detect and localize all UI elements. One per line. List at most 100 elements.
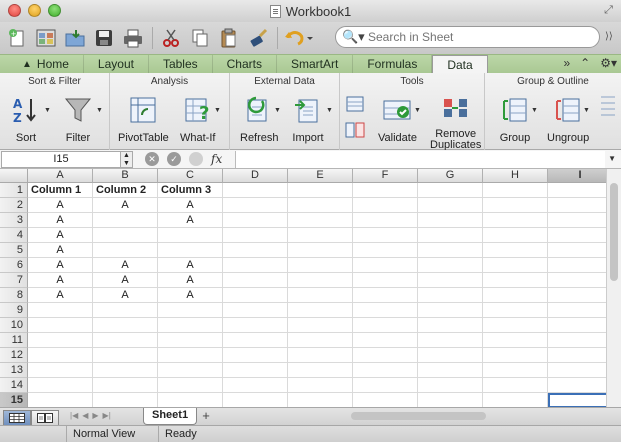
name-box[interactable]: I15	[1, 150, 121, 168]
cell-a14[interactable]	[28, 378, 93, 393]
whatif-dropdown-icon[interactable]: ▼	[214, 107, 221, 114]
cell-c10[interactable]	[158, 318, 223, 333]
cell-h7[interactable]	[483, 273, 548, 288]
print-button[interactable]	[119, 25, 147, 51]
sort-dropdown-icon[interactable]: ▼	[44, 107, 51, 114]
cell-f6[interactable]	[353, 258, 418, 273]
cell-g8[interactable]	[418, 288, 483, 303]
cell-g13[interactable]	[418, 363, 483, 378]
cell-d15[interactable]	[223, 393, 288, 408]
cell-f11[interactable]	[353, 333, 418, 348]
cell-d9[interactable]	[223, 303, 288, 318]
cell-b8[interactable]: A	[93, 288, 158, 303]
cell-h6[interactable]	[483, 258, 548, 273]
cell-e14[interactable]	[288, 378, 353, 393]
cell-a8[interactable]: A	[28, 288, 93, 303]
cell-d2[interactable]	[223, 198, 288, 213]
cell-e13[interactable]	[288, 363, 353, 378]
cancel-entry-icon[interactable]: ✕	[145, 152, 159, 166]
cell-b10[interactable]	[93, 318, 158, 333]
cell-g12[interactable]	[418, 348, 483, 363]
select-all-corner[interactable]	[0, 169, 28, 183]
cell-c2[interactable]: A	[158, 198, 223, 213]
cell-f10[interactable]	[353, 318, 418, 333]
cell-c14[interactable]	[158, 378, 223, 393]
cell-a9[interactable]	[28, 303, 93, 318]
cell-i12[interactable]	[548, 348, 613, 363]
cell-f1[interactable]	[353, 183, 418, 198]
whatif-button[interactable]: ? What-If	[180, 93, 215, 144]
tab-home[interactable]: ▲ Home	[8, 55, 84, 73]
cell-h15[interactable]	[483, 393, 548, 408]
fx-icon[interactable]: fx	[211, 152, 222, 166]
column-header-a[interactable]: A	[28, 169, 93, 183]
vertical-scrollbar[interactable]	[606, 169, 621, 409]
row-header-13[interactable]: 13	[0, 363, 28, 378]
cell-a12[interactable]	[28, 348, 93, 363]
cell-f7[interactable]	[353, 273, 418, 288]
cell-a3[interactable]: A	[28, 213, 93, 228]
column-header-d[interactable]: D	[223, 169, 288, 183]
collapse-ribbon-icon[interactable]: ⌃	[580, 56, 590, 70]
cell-i13[interactable]	[548, 363, 613, 378]
horizontal-scrollbar[interactable]	[345, 410, 595, 423]
page-layout-view-button[interactable]	[31, 410, 59, 426]
sheet-tab-sheet1[interactable]: Sheet1	[143, 408, 198, 425]
cell-h11[interactable]	[483, 333, 548, 348]
group-button[interactable]: Group	[499, 93, 531, 144]
cell-f15[interactable]	[353, 393, 418, 408]
cell-f9[interactable]	[353, 303, 418, 318]
validate-dropdown-icon[interactable]: ▼	[414, 107, 421, 114]
tab-data[interactable]: Data	[432, 55, 488, 73]
save-button[interactable]	[90, 25, 118, 51]
row-header-11[interactable]: 11	[0, 333, 28, 348]
column-header-i[interactable]: I	[548, 169, 613, 183]
cell-c1[interactable]: Column 3	[158, 183, 223, 198]
cell-i6[interactable]	[548, 258, 613, 273]
row-header-5[interactable]: 5	[0, 243, 28, 258]
cell-e9[interactable]	[288, 303, 353, 318]
formula-input[interactable]	[235, 151, 605, 168]
cell-d10[interactable]	[223, 318, 288, 333]
search-input[interactable]	[368, 30, 568, 44]
import-dropdown-icon[interactable]: ▼	[326, 107, 333, 114]
group-dropdown-icon[interactable]: ▼	[531, 107, 538, 114]
cell-g6[interactable]	[418, 258, 483, 273]
cell-d5[interactable]	[223, 243, 288, 258]
toolbar-overflow-icon[interactable]: ⟩⟩	[605, 31, 613, 42]
cell-g11[interactable]	[418, 333, 483, 348]
next-sheet-icon[interactable]: ▶	[92, 411, 98, 420]
cell-h14[interactable]	[483, 378, 548, 393]
row-header-7[interactable]: 7	[0, 273, 28, 288]
text-to-columns-button[interactable]	[344, 95, 366, 113]
cell-g7[interactable]	[418, 273, 483, 288]
cell-a2[interactable]: A	[28, 198, 93, 213]
cell-d4[interactable]	[223, 228, 288, 243]
cell-b15[interactable]	[93, 393, 158, 408]
cell-g9[interactable]	[418, 303, 483, 318]
cell-b3[interactable]	[93, 213, 158, 228]
ungroup-button[interactable]: Ungroup	[547, 93, 589, 144]
cell-f3[interactable]	[353, 213, 418, 228]
tab-formulas[interactable]: Formulas	[353, 55, 433, 73]
cell-h8[interactable]	[483, 288, 548, 303]
last-sheet-icon[interactable]: ▶|	[103, 411, 111, 420]
cell-e5[interactable]	[288, 243, 353, 258]
cell-d14[interactable]	[223, 378, 288, 393]
cell-b14[interactable]	[93, 378, 158, 393]
row-header-14[interactable]: 14	[0, 378, 28, 393]
cell-a11[interactable]	[28, 333, 93, 348]
cell-i3[interactable]	[548, 213, 613, 228]
row-header-9[interactable]: 9	[0, 303, 28, 318]
undo-button[interactable]	[282, 25, 316, 51]
cell-f14[interactable]	[353, 378, 418, 393]
cell-d7[interactable]	[223, 273, 288, 288]
formula-expand-icon[interactable]: ▼	[608, 154, 616, 163]
cell-a13[interactable]	[28, 363, 93, 378]
paste-button[interactable]	[215, 25, 243, 51]
cell-i8[interactable]	[548, 288, 613, 303]
templates-button[interactable]	[32, 25, 60, 51]
cell-e6[interactable]	[288, 258, 353, 273]
sort-button[interactable]: AZ Sort	[10, 93, 42, 144]
tab-tables[interactable]: Tables	[149, 55, 213, 73]
